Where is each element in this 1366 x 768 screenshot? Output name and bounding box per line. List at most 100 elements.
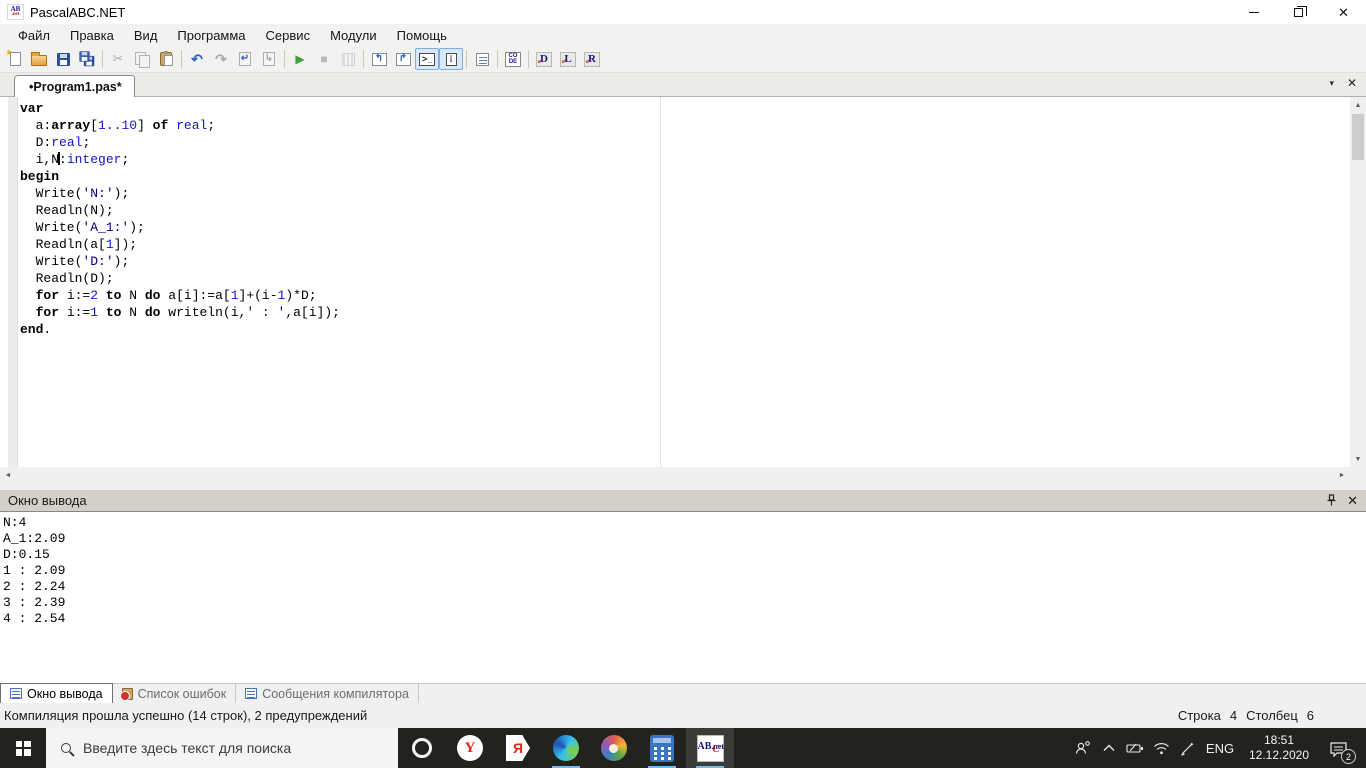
taskbar-app-yandex[interactable]: Я	[494, 728, 542, 768]
code-line[interactable]: D:real;	[20, 134, 1350, 151]
code-line[interactable]: Write('A_1:');	[20, 219, 1350, 236]
code-line[interactable]: Readln(a[1]);	[20, 236, 1350, 253]
column-value: 6	[1306, 708, 1314, 723]
code-line[interactable]: i,N:integer;	[20, 151, 1350, 168]
code-icon: CO DE	[505, 51, 521, 67]
code-line[interactable]: Write('N:');	[20, 185, 1350, 202]
column-label: Столбец	[1246, 708, 1298, 723]
grid-icon	[341, 52, 355, 66]
tab-list-dropdown[interactable]: ▾	[1329, 78, 1334, 89]
scrollbar-thumb[interactable]	[1352, 114, 1364, 160]
output-panel-title: Окно вывода	[8, 493, 87, 508]
output-window-icon	[10, 688, 22, 699]
battery-icon[interactable]	[1122, 728, 1148, 768]
toolbar-separator	[284, 50, 285, 68]
code-line[interactable]: Readln(N);	[20, 202, 1350, 219]
paste-button[interactable]	[154, 48, 178, 70]
code-line[interactable]: begin	[20, 168, 1350, 185]
step-button[interactable]	[336, 48, 360, 70]
menu-item[interactable]: Правка	[60, 28, 124, 43]
code-area[interactable]: var a:array[1..10] of real; D:real; i,N:…	[0, 97, 1350, 467]
output-line: N:4	[3, 515, 27, 530]
scroll-down-icon[interactable]: ▼	[1350, 451, 1366, 467]
run-button[interactable]: ▶	[288, 48, 312, 70]
tab-program1[interactable]: •Program1.pas*	[14, 75, 135, 97]
text-cursor-toggle[interactable]: I	[439, 48, 463, 70]
code-line[interactable]: end.	[20, 321, 1350, 338]
windows-logo-icon	[15, 740, 31, 756]
taskbar-search[interactable]	[46, 728, 398, 768]
code-line[interactable]: var	[20, 100, 1350, 117]
close-button[interactable]: ✕	[1321, 0, 1366, 24]
goto-next-button[interactable]: ↳	[257, 48, 281, 70]
output-window[interactable]: N:4 A_1:2.09 D:0.15 1 : 2.09 2 : 2.24 3 : 2.3…	[0, 511, 1366, 683]
copy-button[interactable]	[130, 48, 154, 70]
taskbar-app-yandex-browser[interactable]: Y	[446, 728, 494, 768]
wifi-icon[interactable]	[1148, 728, 1174, 768]
console-panel-toggle[interactable]: >_	[415, 48, 439, 70]
line-label: Строка	[1177, 708, 1221, 723]
watch-l-icon: ↙ L	[560, 51, 576, 67]
open-file-button[interactable]	[27, 48, 51, 70]
restore-button[interactable]	[1276, 0, 1321, 24]
menu-item[interactable]: Сервис	[256, 28, 321, 43]
language-indicator[interactable]: ENG	[1200, 741, 1240, 756]
watch-l-button[interactable]: ↙ L	[556, 48, 580, 70]
people-icon[interactable]	[1070, 728, 1096, 768]
run-in-console-button[interactable]: ↰	[367, 48, 391, 70]
scroll-left-icon[interactable]: ◄	[0, 467, 16, 483]
menu-item[interactable]: Помощь	[387, 28, 457, 43]
page-arrow-icon: ↵	[239, 52, 251, 66]
menu-item[interactable]: Модули	[320, 28, 387, 43]
toolbar-separator	[466, 50, 467, 68]
taskbar-app-pascalabc[interactable]: AB C .net	[686, 728, 734, 768]
clock[interactable]: 18:51 12.12.2020	[1240, 733, 1318, 763]
save-button[interactable]	[51, 48, 75, 70]
code-line[interactable]: a:array[1..10] of real;	[20, 117, 1350, 134]
editor-horizontal-scrollbar[interactable]: ◄ ►	[0, 467, 1366, 483]
menu-item[interactable]: Вид	[124, 28, 168, 43]
start-button[interactable]	[0, 728, 46, 768]
tab-compiler-messages[interactable]: Сообщения компилятора	[236, 684, 419, 703]
paste-icon	[160, 51, 173, 66]
search-input[interactable]	[83, 740, 373, 756]
tab-output-window[interactable]: Окно вывода	[0, 683, 113, 703]
undo-button[interactable]: ↶	[185, 48, 209, 70]
code-line[interactable]: for i:=1 to N do writeln(i,' : ',a[i]);	[20, 304, 1350, 321]
cut-button[interactable]: ✂	[106, 48, 130, 70]
hidden-icons-chevron-icon[interactable]	[1096, 728, 1122, 768]
run-to-cursor-button[interactable]: ↱	[391, 48, 415, 70]
watch-d-button[interactable]: ↙ D	[532, 48, 556, 70]
code-templates-button[interactable]: CO DE	[501, 48, 525, 70]
output-close-icon[interactable]: ✕	[1347, 494, 1358, 507]
pen-icon[interactable]	[1174, 728, 1200, 768]
minimize-button[interactable]	[1231, 0, 1276, 24]
new-file-button[interactable]: ★	[3, 48, 27, 70]
save-all-button[interactable]	[75, 48, 99, 70]
taskbar-app-paint[interactable]	[590, 728, 638, 768]
menu-item[interactable]: Файл	[8, 28, 60, 43]
scroll-right-icon[interactable]: ►	[1334, 467, 1350, 483]
redo-button[interactable]: ↷	[209, 48, 233, 70]
menu-item[interactable]: Программа	[167, 28, 255, 43]
tab-error-list[interactable]: Список ошибок	[113, 684, 237, 703]
taskbar-app-opera[interactable]	[398, 728, 446, 768]
code-line[interactable]: Readln(D);	[20, 270, 1350, 287]
notification-badge: 2	[1341, 749, 1356, 764]
taskbar-app-edge[interactable]	[542, 728, 590, 768]
stop-button[interactable]: ■	[312, 48, 336, 70]
new-file-icon: ★	[6, 48, 21, 66]
pin-icon[interactable]	[1326, 494, 1337, 507]
code-line[interactable]: Write('D:');	[20, 253, 1350, 270]
scroll-up-icon[interactable]: ▲	[1350, 97, 1366, 113]
tab-close-icon[interactable]: ✕	[1347, 76, 1357, 90]
format-code-button[interactable]	[470, 48, 494, 70]
goto-prev-button[interactable]: ↵	[233, 48, 257, 70]
code-editor[interactable]: var a:array[1..10] of real; D:real; i,N:…	[0, 97, 1366, 467]
taskbar-app-calculator[interactable]	[638, 728, 686, 768]
code-line[interactable]: for i:=2 to N do a[i]:=a[1]+(i-1)*D;	[20, 287, 1350, 304]
panel-gap	[0, 483, 1366, 490]
action-center-button[interactable]: 2	[1318, 728, 1358, 768]
editor-vertical-scrollbar[interactable]: ▲ ▼	[1350, 97, 1366, 467]
watch-r-button[interactable]: ↙ R	[580, 48, 604, 70]
